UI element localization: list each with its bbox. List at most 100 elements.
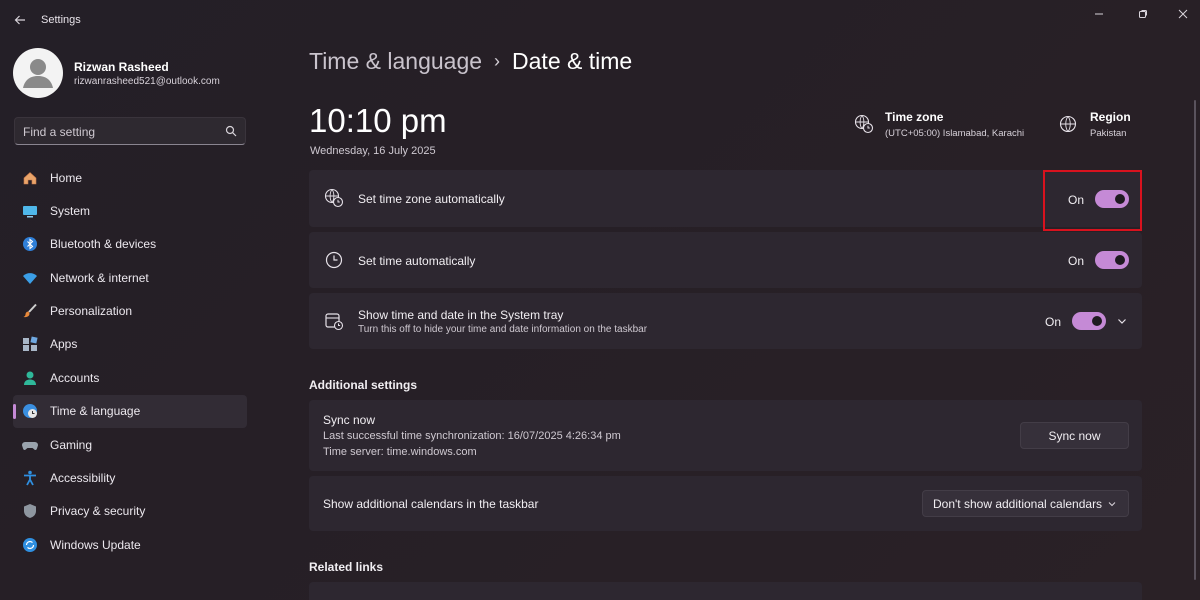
- breadcrumb-separator: ›: [494, 51, 501, 71]
- app-title: Settings: [41, 14, 81, 26]
- arrow-left-icon: [14, 15, 25, 25]
- sidebar-item-label: Home: [50, 170, 83, 185]
- search-input[interactable]: Find a setting: [14, 117, 246, 145]
- restore-button[interactable]: [1130, 6, 1156, 22]
- sidebar-item-label: Apps: [50, 337, 78, 352]
- sidebar-item-label: Time & language: [50, 404, 141, 419]
- globe-icon: [1059, 115, 1077, 133]
- sidebar-item-apps[interactable]: Apps: [13, 328, 247, 361]
- toggle-state-label: On: [1068, 254, 1085, 268]
- user-name: Rizwan Rasheed: [74, 60, 169, 74]
- toggle-knob: [1092, 316, 1102, 326]
- calendars-dropdown[interactable]: Don't show additional calendars: [922, 490, 1129, 517]
- setting-auto-time: Set time automatically On: [309, 232, 1142, 288]
- back-button[interactable]: [10, 10, 30, 30]
- setting-description: Turn this off to hide your time and date…: [358, 324, 648, 335]
- sidebar-item-accounts[interactable]: Accounts: [13, 361, 247, 394]
- setting-label: Show time and date in the System tray: [358, 308, 564, 322]
- gamepad-icon: [21, 436, 39, 454]
- search-icon: [225, 125, 237, 137]
- sidebar-item-privacy[interactable]: Privacy & security: [13, 495, 247, 528]
- chevron-down-icon: [1108, 502, 1116, 507]
- sidebar-item-label: Network & internet: [50, 270, 149, 285]
- current-date: Wednesday, 16 July 2025: [310, 145, 436, 157]
- update-icon: [21, 536, 39, 554]
- avatar: [13, 48, 63, 98]
- sync-card: Sync now Last successful time synchroniz…: [309, 400, 1142, 471]
- setting-auto-timezone: Set time zone automatically On: [309, 170, 1142, 227]
- region-title: Region: [1090, 110, 1131, 124]
- page-title: Date & time: [512, 48, 633, 74]
- sync-last-time: Last successful time synchronization: 16…: [323, 430, 621, 442]
- sidebar-item-label: Accessibility: [50, 471, 116, 486]
- sync-time-server: Time server: time.windows.com: [323, 446, 477, 458]
- related-links-card[interactable]: [309, 582, 1142, 600]
- title-bar: Settings: [0, 0, 1200, 40]
- wifi-icon: [21, 269, 39, 287]
- toggle-knob: [1115, 255, 1125, 265]
- monitor-icon: [21, 202, 39, 220]
- search-placeholder: Find a setting: [23, 125, 96, 139]
- region-value: Pakistan: [1090, 128, 1127, 139]
- system-tray-toggle[interactable]: [1072, 312, 1106, 330]
- sidebar-item-bluetooth[interactable]: Bluetooth & devices: [13, 228, 247, 261]
- home-icon: [21, 169, 39, 187]
- calendar-clock-icon: [325, 313, 344, 331]
- sync-title: Sync now: [323, 413, 376, 427]
- current-time: 10:10 pm: [309, 102, 447, 139]
- scrollbar[interactable]: [1194, 100, 1196, 580]
- breadcrumb-parent[interactable]: Time & language: [309, 48, 482, 75]
- globe-clock-icon: [324, 188, 344, 208]
- sidebar-item-home[interactable]: Home: [13, 161, 247, 194]
- sidebar-item-time-language[interactable]: Time & language: [13, 394, 247, 428]
- section-heading-related: Related links: [309, 560, 384, 574]
- timezone-summary: Time zone (UTC+05:00) Islamabad, Karachi: [854, 110, 1044, 146]
- calendars-card: Show additional calendars in the taskbar…: [309, 476, 1142, 531]
- user-email: rizwanrasheed521@outlook.com: [74, 76, 220, 87]
- sidebar-item-label: System: [50, 203, 91, 218]
- sidebar-item-label: Windows Update: [50, 537, 141, 552]
- brush-icon: [21, 302, 39, 320]
- clock-icon: [325, 251, 343, 269]
- bluetooth-icon: [21, 235, 39, 253]
- sidebar-item-accessibility[interactable]: Accessibility: [13, 462, 247, 495]
- person-avatar-icon: [23, 59, 53, 88]
- setting-label: Show additional calendars in the taskbar: [323, 497, 539, 511]
- region-summary: Region Pakistan: [1059, 110, 1159, 146]
- globe-clock-icon: [854, 114, 874, 134]
- setting-label: Set time automatically: [358, 254, 476, 268]
- accessibility-icon: [21, 469, 39, 487]
- sidebar-item-windows-update[interactable]: Windows Update: [13, 528, 247, 561]
- highlight-box: [1043, 170, 1142, 231]
- user-profile[interactable]: Rizwan Rasheed rizwanrasheed521@outlook.…: [13, 48, 253, 100]
- setting-label: Set time zone automatically: [358, 192, 505, 206]
- toggle-state-label: On: [1045, 315, 1062, 329]
- person-icon: [21, 369, 39, 387]
- sidebar-item-gaming[interactable]: Gaming: [13, 428, 247, 461]
- restore-icon: [1139, 10, 1147, 18]
- sidebar-item-system[interactable]: System: [13, 194, 247, 227]
- chevron-down-icon[interactable]: [1117, 316, 1127, 326]
- sidebar-item-label: Privacy & security: [50, 504, 146, 519]
- breadcrumb: Time & language › Date & time: [309, 48, 632, 75]
- auto-time-toggle[interactable]: [1095, 251, 1129, 269]
- section-heading-additional: Additional settings: [309, 378, 417, 392]
- sidebar-item-label: Personalization: [50, 304, 133, 319]
- sidebar-nav: Home System Bluetooth & devices Network …: [13, 161, 247, 562]
- close-icon: [1178, 9, 1188, 19]
- sidebar-item-label: Gaming: [50, 437, 93, 452]
- timezone-value: (UTC+05:00) Islamabad, Karachi: [885, 128, 1025, 139]
- timezone-title: Time zone: [885, 110, 944, 124]
- globe-clock-icon: [21, 402, 39, 420]
- apps-icon: [21, 335, 39, 353]
- sidebar-item-personalization[interactable]: Personalization: [13, 295, 247, 328]
- minimize-button[interactable]: [1086, 6, 1112, 22]
- shield-icon: [21, 502, 39, 520]
- setting-system-tray[interactable]: Show time and date in the System tray Tu…: [309, 293, 1142, 349]
- minimize-icon: [1095, 13, 1103, 15]
- settings-window: Settings Rizwan Rasheed rizwanrasheed521…: [0, 0, 1200, 600]
- close-button[interactable]: [1170, 6, 1196, 22]
- sidebar-item-network[interactable]: Network & internet: [13, 261, 247, 294]
- dropdown-value: Don't show additional calendars: [933, 496, 1103, 511]
- sync-now-button[interactable]: Sync now: [1020, 422, 1129, 449]
